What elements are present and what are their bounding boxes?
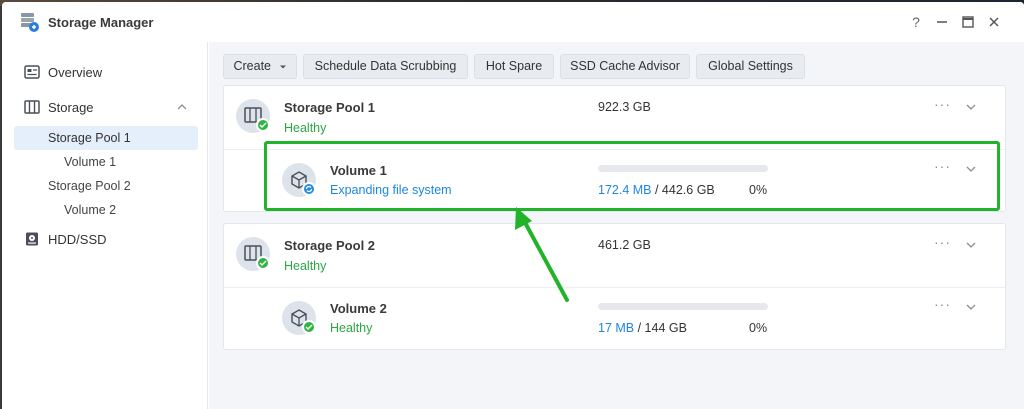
sidebar-item-label: Overview [48, 65, 103, 80]
maximize-button[interactable] [960, 14, 976, 30]
global-settings-button[interactable]: Global Settings [696, 54, 805, 79]
storage-pool-card: Storage Pool 2 Healthy 461.2 GB ··· Volu… [223, 223, 1006, 350]
sidebar-item-label: HDD/SSD [48, 232, 107, 247]
sidebar-item-label: Volume 1 [64, 155, 117, 169]
pool-status: Healthy [284, 121, 327, 135]
sidebar-item-label: Storage Pool 2 [48, 179, 131, 193]
volume-total: / 144 GB [634, 321, 687, 335]
more-options-icon[interactable]: ··· [934, 296, 951, 312]
sidebar-item-storage[interactable]: Storage [2, 92, 208, 122]
chevron-down-icon[interactable] [966, 302, 976, 312]
help-button[interactable]: ? [908, 14, 924, 30]
divider [224, 287, 1005, 288]
sidebar-item-storage-pool-2[interactable]: Storage Pool 2 [2, 174, 208, 198]
hot-spare-button[interactable]: Hot Spare [474, 54, 554, 79]
storage-manager-app-icon [21, 13, 39, 32]
sidebar-item-volume-1[interactable]: Volume 1 [2, 150, 208, 174]
chevron-down-icon[interactable] [966, 240, 976, 250]
sidebar-item-hdd-ssd[interactable]: HDD/SSD [2, 224, 208, 254]
healthy-check-icon [302, 320, 316, 334]
healthy-check-icon [256, 118, 270, 132]
sidebar-item-label: Storage Pool 1 [48, 131, 131, 145]
sidebar-item-label: Volume 2 [64, 203, 117, 217]
caret-down-icon [279, 65, 286, 69]
sidebar-item-volume-2[interactable]: Volume 2 [2, 198, 208, 222]
overview-icon [24, 65, 40, 79]
volume-usage-bar [598, 303, 768, 310]
sidebar-item-overview[interactable]: Overview [2, 57, 208, 87]
pool-name: Storage Pool 1 [284, 100, 376, 115]
close-icon [989, 17, 999, 27]
sidebar-item-storage-pool-1[interactable]: Storage Pool 1 [14, 126, 198, 150]
pool-status: Healthy [284, 259, 327, 273]
volume-name: Volume 2 [330, 301, 387, 316]
volume-usage: 17 MB / 144 GB [598, 321, 687, 335]
close-button[interactable] [986, 14, 1002, 30]
sidebar-item-label: Storage [48, 100, 94, 115]
volume-status: Healthy [330, 321, 373, 335]
chevron-up-icon[interactable] [177, 103, 187, 110]
volume-used: 17 MB [598, 321, 635, 335]
healthy-check-icon [256, 256, 270, 270]
more-options-icon[interactable]: ··· [934, 96, 951, 112]
window-title: Storage Manager [48, 15, 154, 30]
pool-name: Storage Pool 2 [284, 238, 376, 253]
minimize-button[interactable] [934, 14, 950, 30]
create-button-label: Create [233, 59, 272, 73]
pool-size: 922.3 GB [598, 100, 651, 114]
annotation-highlight-box [264, 141, 1000, 211]
ssd-cache-advisor-button[interactable]: SSD Cache Advisor [560, 54, 690, 79]
maximize-icon [962, 16, 974, 28]
minimize-icon [937, 21, 947, 23]
volume-percent: 0% [749, 321, 768, 335]
main-content: Create Schedule Data Scrubbing Hot Spare… [209, 42, 1024, 409]
hdd-icon [26, 232, 38, 246]
more-options-icon[interactable]: ··· [934, 234, 951, 250]
pool-size: 461.2 GB [598, 238, 651, 252]
storage-icon [24, 100, 40, 114]
create-button[interactable]: Create [223, 54, 297, 79]
chevron-down-icon[interactable] [966, 102, 976, 112]
title-bar: Storage Manager ? [2, 2, 1024, 42]
schedule-data-scrubbing-button[interactable]: Schedule Data Scrubbing [303, 54, 468, 79]
sidebar: Overview Storage Storage Pool 1 Volume 1… [2, 42, 208, 409]
